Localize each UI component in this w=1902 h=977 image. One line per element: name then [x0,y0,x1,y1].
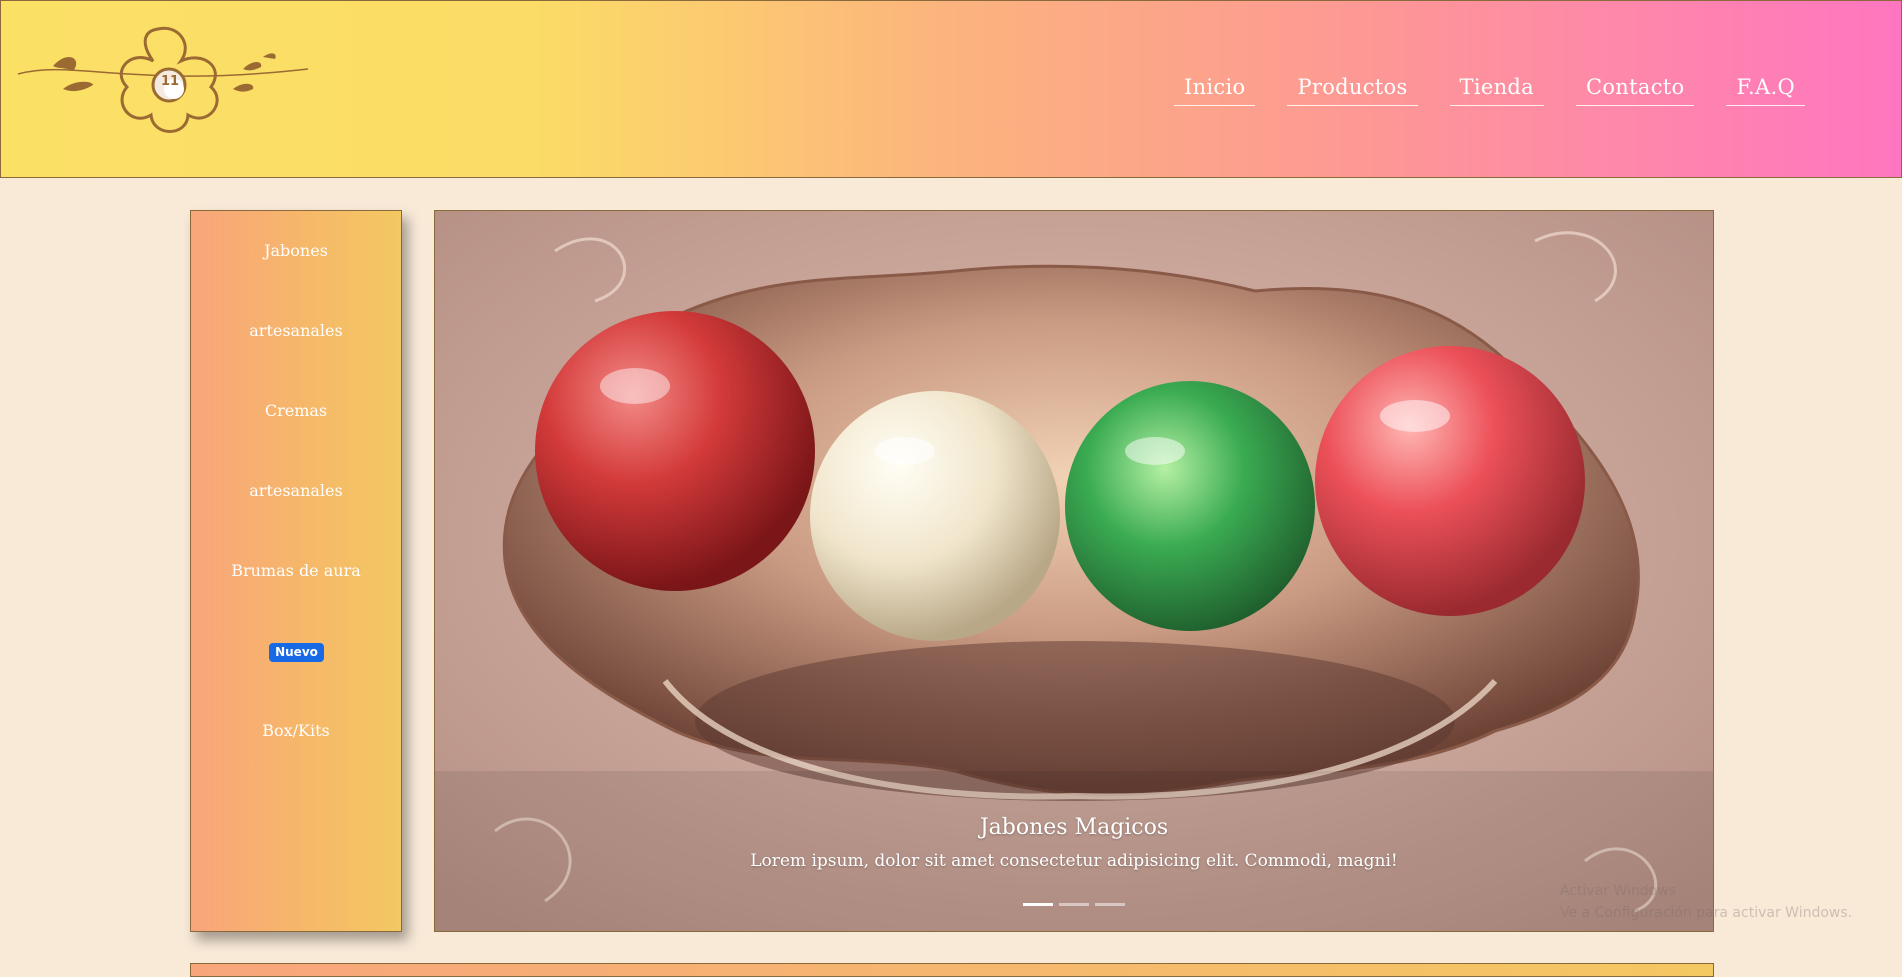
header: 11 Inicio Productos Tienda Contacto F.A.… [0,0,1902,178]
sidebar: Jabones artesanales Cremas artesanales B… [190,210,402,932]
sidebar-item-cremas-artesanales[interactable]: artesanales [191,481,401,500]
carousel-indicator-3[interactable] [1095,903,1125,906]
nav-productos[interactable]: Productos [1287,73,1418,106]
carousel-caption-text: Lorem ipsum, dolor sit amet consectetur … [750,851,1398,871]
sidebar-item-brumas[interactable]: Brumas de aura [191,561,401,580]
carousel-indicator-1[interactable] [1023,903,1053,906]
nav-contacto[interactable]: Contacto [1576,73,1695,106]
carousel-caption-title: Jabones Magicos [979,815,1169,840]
sidebar-item-box-kits[interactable]: Box/Kits [191,721,401,740]
nav-faq[interactable]: F.A.Q [1726,73,1805,106]
svg-text:11: 11 [161,74,179,89]
sidebar-item-jabones[interactable]: Jabones [191,241,401,260]
watermark-line-2: Ve a Configuración para activar Windows. [1560,905,1853,921]
sidebar-item-cremas[interactable]: Cremas [191,401,401,420]
flower-logo-icon[interactable]: 11 [13,19,313,139]
main-nav: Inicio Productos Tienda Contacto F.A.Q [1173,73,1805,106]
hero-carousel[interactable]: Jabones Magicos Lorem ipsum, dolor sit a… [434,210,1714,932]
nav-tienda[interactable]: Tienda [1449,73,1544,106]
new-badge: Nuevo [269,643,324,662]
windows-activation-watermark: Activar Windows Ve a Configuración para … [1560,880,1852,924]
content-section-top [190,963,1714,977]
watermark-line-1: Activar Windows [1560,883,1676,899]
sidebar-item-jabones-artesanales[interactable]: artesanales [191,321,401,340]
carousel-indicator-2[interactable] [1059,903,1089,906]
nav-inicio[interactable]: Inicio [1173,73,1256,106]
carousel-indicators [1023,903,1125,906]
